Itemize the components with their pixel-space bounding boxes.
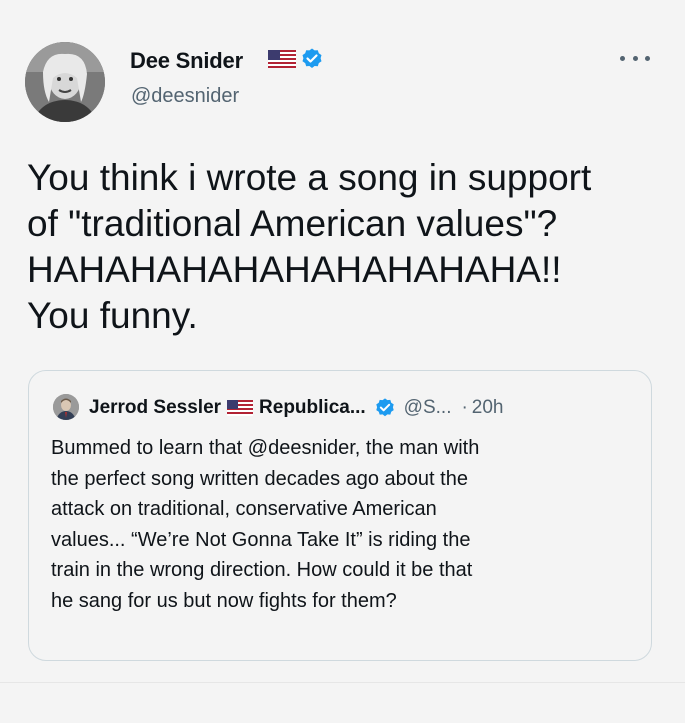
- quoted-tweet-timestamp[interactable]: 20h: [472, 397, 504, 419]
- verified-badge-icon: [300, 47, 324, 76]
- quoted-tweet-text: Bummed to learn that @deesnider, the man…: [51, 433, 641, 616]
- tweet-text-line: HAHAHAHAHAHAHAHAHAHA!!: [27, 249, 562, 290]
- quoted-author-handle[interactable]: @S...: [404, 397, 452, 419]
- verified-badge-icon: [374, 397, 396, 419]
- tweet-text-line: You think i wrote a song in support: [27, 157, 592, 198]
- tweet-text-line: You funny.: [27, 295, 198, 336]
- quoted-author-affiliation[interactable]: Republica...: [259, 397, 366, 419]
- more-horizontal-icon: [620, 55, 625, 61]
- quoted-tweet-header: Jerrod Sessler Republica... @S... · 20h: [89, 395, 504, 421]
- tweet-text: You think i wrote a song in support of "…: [27, 155, 667, 339]
- quoted-text-line: Bummed to learn that @deesnider, the man…: [51, 437, 480, 459]
- quoted-text-line: the perfect song written decades ago abo…: [51, 467, 468, 490]
- quoted-author-avatar[interactable]: [53, 394, 79, 420]
- quoted-author-name[interactable]: Jerrod Sessler: [89, 397, 221, 419]
- separator-dot: ·: [461, 397, 468, 418]
- tweet-text-line: of "traditional American values"?: [27, 203, 558, 244]
- author-name[interactable]: Dee Snider: [130, 48, 243, 74]
- us-flag-icon: [227, 400, 254, 416]
- divider: [0, 682, 685, 683]
- quoted-text-line: values... “We’re Not Gonna Take It” is r…: [51, 528, 471, 551]
- quoted-tweet[interactable]: Jerrod Sessler Republica... @S... · 20h …: [28, 370, 652, 661]
- quoted-text-line: train in the wrong direction. How could …: [51, 559, 473, 581]
- quoted-text-line: he sang for us but now fights for them?: [51, 589, 397, 612]
- us-flag-icon: [268, 50, 296, 73]
- author-avatar[interactable]: [25, 42, 105, 122]
- quoted-text-line: attack on traditional, conservative Amer…: [51, 498, 437, 520]
- tweet: Dee Snider @deesnider You think i wrote …: [0, 0, 685, 723]
- author-handle[interactable]: @deesnider: [131, 85, 239, 108]
- more-options-button[interactable]: [620, 48, 650, 68]
